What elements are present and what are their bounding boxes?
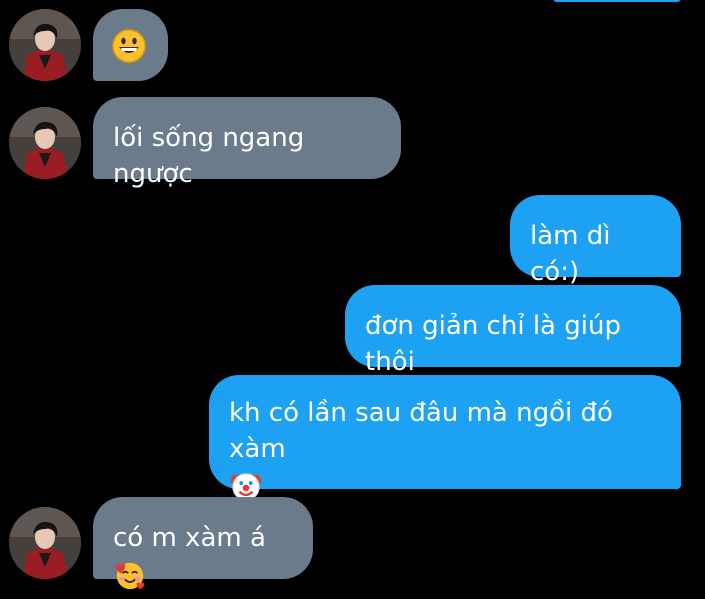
avatar[interactable] [9, 507, 81, 579]
outgoing-message-bubble[interactable]: kh có lần sau đâu mà ngồi đó xàm [209, 375, 681, 501]
incoming-message-bubble[interactable]: lối sống ngang ngược [93, 97, 401, 189]
message-text: đơn giản chỉ là giúp thôi [365, 311, 621, 377]
outgoing-message-bubble[interactable]: làm dì có:) [510, 195, 681, 287]
message-text: làm dì có:) [530, 221, 611, 287]
smiling-face-with-hearts-emoji [113, 558, 147, 592]
avatar[interactable] [9, 107, 81, 179]
grinning-face-emoji [111, 28, 147, 64]
incoming-message-bubble[interactable] [93, 9, 168, 81]
incoming-message-bubble[interactable]: có m xàm á [93, 497, 313, 590]
message-text: lối sống ngang ngược [113, 123, 305, 189]
message-text: có m xàm á [113, 523, 266, 553]
avatar[interactable] [9, 9, 81, 81]
message-text: kh có lần sau đâu mà ngồi đó xàm [229, 398, 613, 464]
previous-outgoing-bubble-edge [553, 0, 681, 2]
outgoing-message-bubble[interactable]: đơn giản chỉ là giúp thôi [345, 285, 681, 377]
